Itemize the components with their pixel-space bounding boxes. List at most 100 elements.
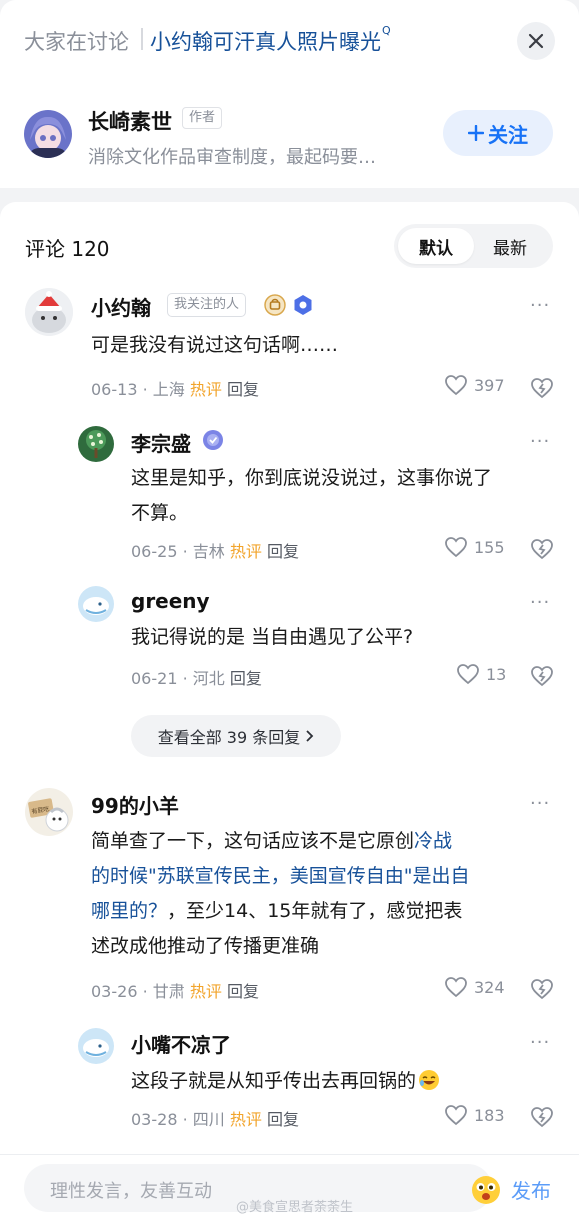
user-avatar[interactable]: 有屁吃 (25, 788, 73, 836)
more-options-icon[interactable]: ··· (530, 431, 550, 452)
author-avatar[interactable] (24, 110, 72, 158)
like-count: 13 (486, 664, 507, 684)
comment-line: 述改成他推动了传播更准确 (91, 935, 320, 957)
comment-text: 这段子就是从知乎传出去再回锅的 (131, 1064, 440, 1099)
comment-location: 四川 (192, 1110, 225, 1129)
comment-line: 这里是知乎，你到底说没说过，这事你说了 (131, 467, 493, 489)
author-description: 消除文化作品审查制度，最起码要… (88, 147, 376, 168)
more-options-icon[interactable]: ··· (530, 592, 550, 613)
dislike-icon[interactable] (530, 664, 554, 688)
author-badge: 作者 (182, 107, 223, 129)
user-avatar[interactable] (78, 586, 114, 622)
comment-meta: 03-26 · 甘肃 热评 回复 (91, 982, 259, 1001)
comment-location: 上海 (152, 380, 185, 399)
username[interactable]: 小嘴不凉了 (131, 1029, 231, 1058)
watermark: @美食宣思者荼荼生 (236, 1200, 354, 1215)
user-avatar[interactable] (78, 1028, 114, 1064)
close-icon (528, 33, 544, 49)
comment-date: 06-13 (91, 380, 138, 399)
hot-comment-badge: 热评 (189, 380, 222, 399)
verified-badge-icon (294, 295, 312, 315)
level-badge-icon (264, 294, 286, 316)
heart-icon (445, 977, 467, 998)
heart-icon (445, 375, 467, 396)
sort-latest-tab[interactable]: 最新 (472, 228, 548, 264)
heart-icon (445, 537, 467, 558)
comment-text: 我记得说的是 当自由遇见了公平? (131, 620, 413, 655)
laughing-emoji-icon (419, 1070, 440, 1090)
topic-link[interactable]: 小约翰可汗真人照片曝光Q (150, 24, 391, 56)
follow-relation-tag: 我关注的人 (167, 293, 247, 317)
author-card: 长崎素世 作者 消除文化作品审查制度，最起码要… 关注 (0, 80, 579, 188)
comment-location: 甘肃 (152, 982, 185, 1001)
comment-date: 06-25 (131, 542, 178, 561)
search-link[interactable]: 冷战 (414, 830, 452, 852)
comment-input-placeholder[interactable]: 理性发言，友善互动 (50, 1177, 212, 1203)
sort-toggle: 默认 最新 (394, 224, 553, 268)
comments-panel: 评论 120 默认 最新 小约翰 我关注的人 ··· 可是我没有说过这句话啊……… (0, 202, 579, 1154)
username[interactable]: 小约翰 (91, 292, 151, 321)
emoji-icon[interactable] (470, 1174, 502, 1206)
like-button[interactable]: 324 (444, 976, 505, 998)
view-all-label[interactable]: 查看全部 39 条回复 (158, 724, 301, 748)
comment-date: 03-26 (91, 982, 138, 1001)
heart-icon (445, 1105, 467, 1126)
comment-meta: 06-21 · 河北 回复 (131, 669, 262, 688)
username[interactable]: greeny (131, 589, 210, 613)
reply-button[interactable]: 回复 (267, 542, 299, 561)
comment-text-segment: ，至少14、15年就有了，感觉把表 (167, 900, 463, 922)
username[interactable]: 李宗盛 (131, 428, 191, 457)
more-options-icon[interactable]: ··· (530, 1032, 550, 1053)
dislike-icon[interactable] (530, 977, 554, 1001)
search-link[interactable]: 的时候"苏联宣传民主，美国宣传自由"是出自 (91, 865, 469, 887)
comment-location: 河北 (192, 669, 225, 688)
username[interactable]: 99的小羊 (91, 790, 179, 819)
comment-text: 可是我没有说过这句话啊…… (91, 328, 338, 363)
more-options-icon[interactable]: ··· (530, 295, 550, 316)
topic-link-text[interactable]: 小约翰可汗真人照片曝光 (150, 30, 381, 54)
like-button[interactable]: 13 (456, 663, 506, 685)
hot-comment-badge: 热评 (229, 1110, 262, 1129)
follow-label[interactable]: 关注 (488, 119, 528, 148)
author-name[interactable]: 长崎素世 (88, 106, 172, 136)
comment-meta: 03-28 · 四川 热评 回复 (131, 1110, 299, 1129)
comment-text-segment: 简单查了一下，这句话应该不是它原创 (91, 830, 415, 852)
dislike-icon[interactable] (530, 1105, 554, 1129)
like-count: 183 (474, 1105, 505, 1125)
level-badge-icon (203, 430, 223, 450)
comment-line: 这段子就是从知乎传出去再回锅的 (131, 1070, 417, 1092)
heart-icon (457, 664, 479, 685)
user-avatar[interactable] (78, 426, 114, 462)
chevron-right-icon (306, 730, 314, 742)
reply-button[interactable]: 回复 (227, 380, 259, 399)
follow-button[interactable]: 关注 (443, 110, 553, 156)
publish-button[interactable]: 发布 (511, 1175, 551, 1204)
plus-icon (468, 125, 484, 141)
comment-location: 吉林 (192, 542, 225, 561)
like-count: 324 (474, 977, 505, 997)
like-button[interactable]: 183 (444, 1104, 505, 1126)
comment-line: 我记得说的是 当自由遇见了公平? (131, 626, 414, 648)
search-link[interactable]: 哪里的？ (91, 900, 167, 922)
sort-default-tab[interactable]: 默认 (398, 228, 474, 264)
comment-meta: 06-25 · 吉林 热评 回复 (131, 542, 299, 561)
dislike-icon[interactable] (530, 376, 554, 400)
reply-button[interactable]: 回复 (227, 982, 259, 1001)
divider (141, 28, 143, 50)
user-avatar[interactable] (25, 288, 73, 336)
comment-text: 简单查了一下，这句话应该不是它原创冷战 的时候"苏联宣传民主，美国宣传自由"是出… (91, 824, 561, 964)
like-count: 397 (474, 375, 505, 395)
like-button[interactable]: 397 (444, 374, 505, 396)
topic-prefix: 大家在讨论 (24, 30, 129, 54)
comment-line: 可是我没有说过这句话啊…… (91, 334, 339, 356)
reply-button[interactable]: 回复 (267, 1110, 299, 1129)
view-all-replies-button[interactable]: 查看全部 39 条回复 (131, 715, 341, 757)
comment-count: 评论 120 (25, 237, 110, 261)
dislike-icon[interactable] (530, 537, 554, 561)
hot-comment-badge: 热评 (229, 542, 262, 561)
like-button[interactable]: 155 (444, 536, 505, 558)
more-options-icon[interactable]: ··· (530, 793, 550, 814)
comment-text: 这里是知乎，你到底说没说过，这事你说了 不算。 (131, 461, 551, 531)
close-button[interactable] (517, 22, 555, 60)
reply-button[interactable]: 回复 (230, 669, 262, 688)
